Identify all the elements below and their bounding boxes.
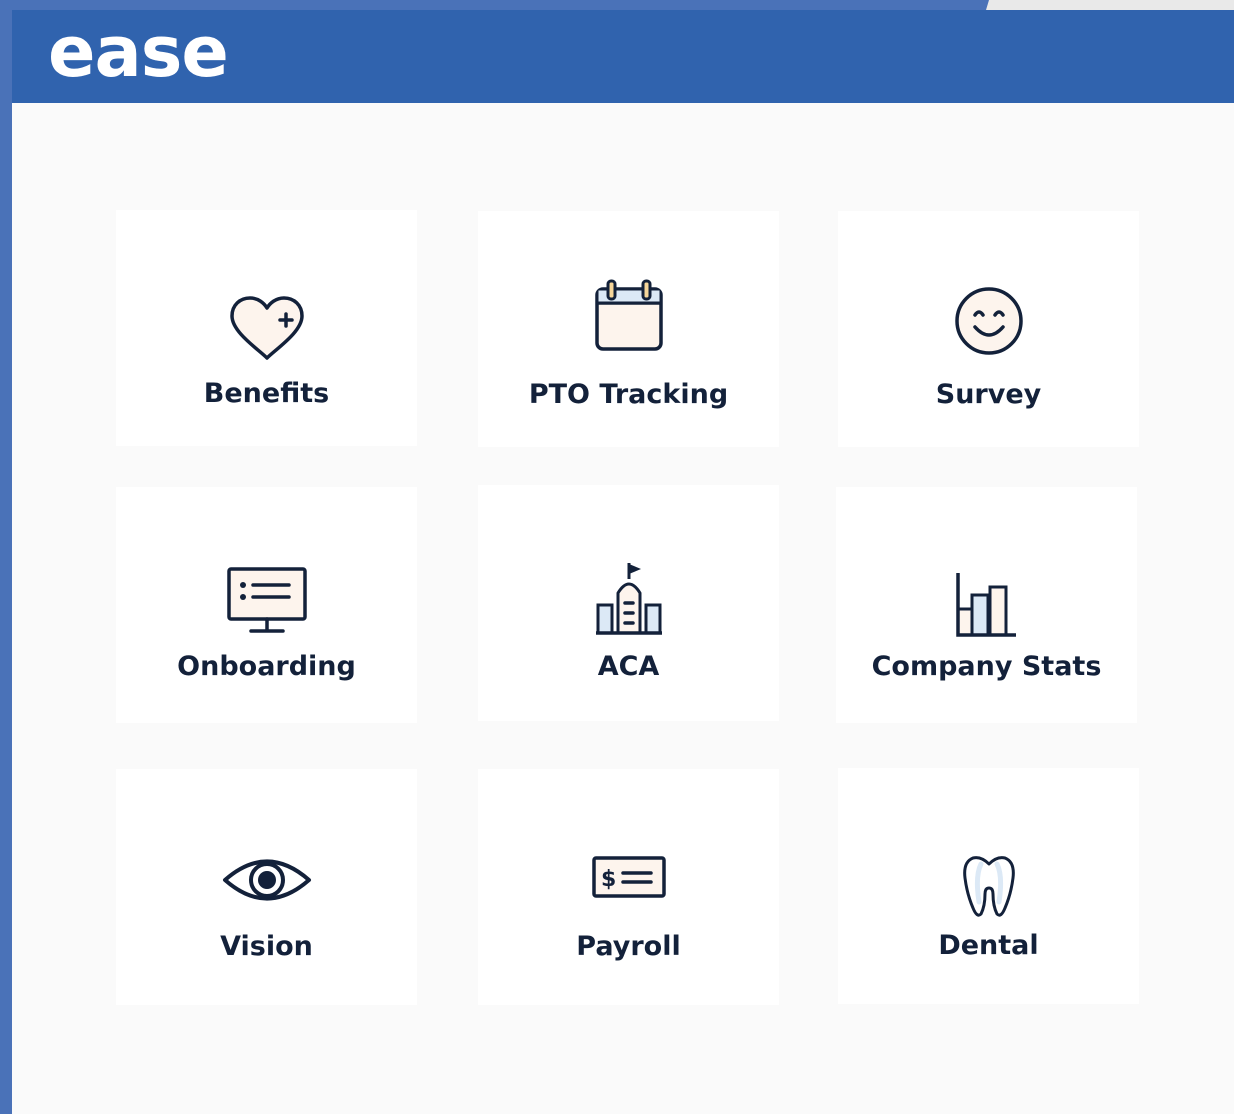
tile-label: PTO Tracking bbox=[528, 379, 729, 410]
check-dollar-icon: $ bbox=[478, 855, 779, 899]
tile-survey[interactable]: Survey bbox=[838, 211, 1139, 447]
monitor-list-icon bbox=[116, 565, 417, 637]
tile-dental[interactable]: Dental bbox=[838, 768, 1139, 1004]
tile-label: Benefits bbox=[203, 378, 330, 409]
tile-aca[interactable]: ACA bbox=[478, 485, 779, 721]
eye-icon bbox=[116, 855, 417, 905]
calendar-icon bbox=[478, 279, 779, 353]
tile-company-stats[interactable]: Company Stats bbox=[836, 487, 1137, 723]
tile-vision[interactable]: Vision bbox=[116, 769, 417, 1005]
bar-chart-icon bbox=[836, 571, 1137, 639]
tile-label: Survey bbox=[935, 379, 1042, 410]
window-top-strip-right bbox=[986, 0, 1234, 10]
app-header: ease bbox=[12, 10, 1234, 103]
smiley-icon bbox=[838, 285, 1139, 357]
capitol-building-icon bbox=[478, 561, 779, 637]
ease-logo[interactable]: ease bbox=[48, 12, 229, 92]
app-window: ease Benefits PTO Tracking Survey Onboar… bbox=[12, 10, 1234, 1114]
tile-label: Payroll bbox=[576, 931, 681, 962]
svg-text:$: $ bbox=[601, 867, 616, 892]
tile-label: Vision bbox=[220, 931, 313, 962]
tile-onboarding[interactable]: Onboarding bbox=[116, 487, 417, 723]
tooth-icon bbox=[838, 854, 1139, 920]
tile-payroll[interactable]: $ Payroll bbox=[478, 769, 779, 1005]
tile-label: ACA bbox=[597, 651, 660, 682]
tile-label: Company Stats bbox=[871, 651, 1102, 682]
heart-plus-icon bbox=[116, 294, 417, 364]
tile-label: Dental bbox=[938, 930, 1039, 961]
tile-label: Onboarding bbox=[177, 651, 356, 682]
tile-benefits[interactable]: Benefits bbox=[116, 210, 417, 446]
tile-pto-tracking[interactable]: PTO Tracking bbox=[478, 211, 779, 447]
